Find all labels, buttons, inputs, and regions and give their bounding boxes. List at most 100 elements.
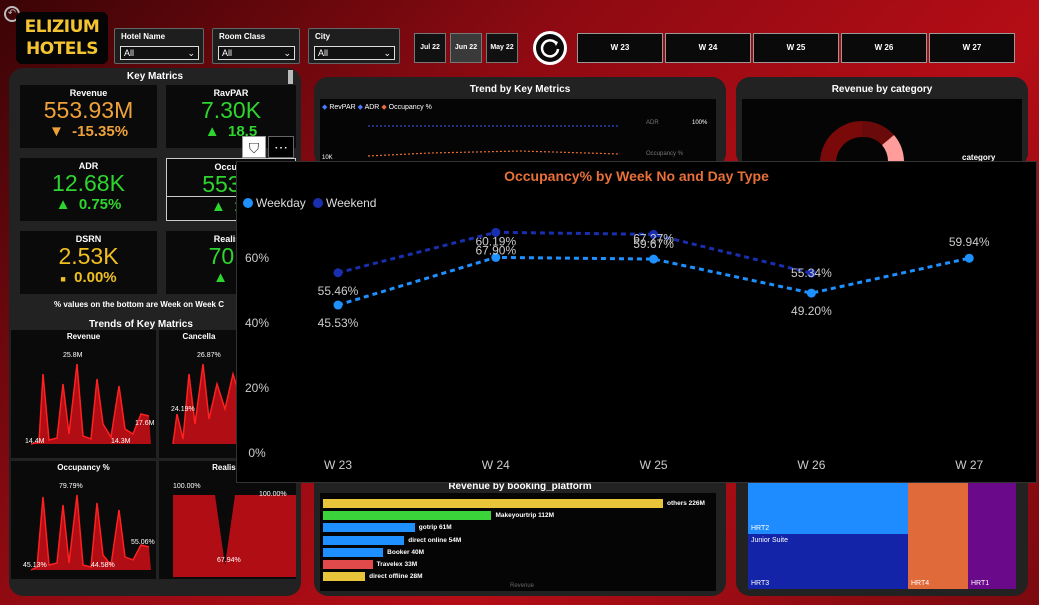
kpi-value: 12.68K	[52, 170, 125, 196]
week-button-w26[interactable]: W 26	[841, 33, 927, 63]
treemap-panel: HRT2 Junior Suite HRT3 HRT4 HRT1	[736, 470, 1028, 596]
more-options-icon[interactable]: ⋯	[268, 136, 294, 158]
axis-label: Occupancy %	[646, 151, 684, 157]
platform-bar[interactable]	[323, 523, 415, 533]
kpi-change: ▲ 0.75%	[55, 196, 122, 213]
trend-annotation: 26.87%	[197, 352, 221, 359]
trend-annotation: 25.8M	[63, 352, 83, 359]
tile-label: HRT4	[911, 580, 930, 587]
treemap-tile-hrt1[interactable]: HRT1	[968, 482, 1016, 589]
booking-platform-chart: others 226M Makeyourtrip 112M gotrip 61M di…	[320, 493, 716, 591]
axis-label: Revenue	[510, 583, 535, 589]
platform-bar[interactable]	[323, 511, 492, 521]
trend-annotation: 55.06%	[131, 539, 155, 546]
up-arrow-icon: ▲	[204, 123, 220, 140]
chevron-down-icon: ⌄	[187, 48, 195, 58]
month-button-may[interactable]: May 22	[486, 33, 518, 63]
occupancy-line-chart: 0%20%40%60%W 23 W 24 W 25 W 26 W 2745.53%60.…	[245, 227, 990, 472]
refresh-button[interactable]	[533, 31, 567, 65]
data-point	[649, 254, 659, 264]
trend-annotation: 100.00%	[259, 491, 287, 498]
filter-icon[interactable]: ⛉	[242, 136, 266, 158]
platform-bar[interactable]	[323, 499, 663, 508]
platform-bar[interactable]	[323, 572, 366, 582]
data-point	[491, 227, 501, 237]
y-tick-label: 0%	[248, 446, 266, 460]
trend-label: Occupancy %	[57, 463, 110, 472]
trends-title: Trends of Key Matrics	[89, 319, 193, 330]
platform-bar-label: gotrip 61M	[418, 524, 452, 532]
city-dropdown[interactable]: All ⌄	[314, 46, 395, 60]
panel-title: Trend by Key Metrics	[469, 84, 571, 95]
data-label: 67.90%	[475, 243, 516, 257]
data-label: 55.46%	[318, 284, 359, 298]
week-button-w25[interactable]: W 25	[753, 33, 839, 63]
panel-title: Revenue by category	[831, 84, 933, 95]
tile-label: Junior Suite	[751, 537, 788, 544]
occupancy-focus-chart[interactable]: Occupancy% by Week No and Day Type Weekd…	[236, 161, 1037, 483]
y-tick-label: 20%	[245, 381, 269, 395]
slicer-title: Hotel Name	[121, 32, 166, 41]
trend-annotation: 14.4M	[25, 438, 45, 445]
data-point	[964, 253, 974, 263]
room-class-slicer[interactable]: Room Class All ⌄	[212, 28, 300, 64]
up-arrow-icon: ▲	[55, 196, 71, 213]
trend-annotation: 79.79%	[59, 483, 83, 490]
revenue-by-category-panel: Revenue by category category	[736, 77, 1028, 167]
logo-line-1: ELIZIUM	[24, 17, 100, 37]
treemap-tile-hrt3[interactable]: Junior Suite HRT3	[748, 534, 908, 589]
scrollbar[interactable]	[288, 70, 293, 84]
hotel-name-dropdown[interactable]: All ⌄	[120, 46, 199, 60]
trend-by-key-metrics-panel: Trend by Key Metrics ◆ RevPAR ◆ ADR ◆ Oc…	[314, 77, 726, 167]
treemap-tile-hrt2[interactable]: HRT2	[748, 482, 908, 534]
platform-bar[interactable]	[323, 560, 373, 569]
platform-bar-label: direct offline 28M	[369, 573, 423, 581]
trend-cancellation-chart: Cancella 26.87% 24.19%	[159, 330, 239, 458]
room-class-dropdown[interactable]: All ⌄	[218, 46, 295, 60]
chevron-down-icon: ⌄	[283, 48, 291, 58]
trend-chart-area: ◆ RevPAR ◆ ADR ◆ Occupancy % ADR 100% Oc…	[320, 99, 716, 167]
category-donut	[820, 120, 905, 163]
city-slicer[interactable]: City All ⌄	[308, 28, 400, 64]
neutral-square-icon: ■	[60, 274, 66, 284]
down-arrow-icon: ▼	[48, 123, 64, 140]
platform-bar-label: Travelex 33M	[376, 561, 418, 568]
month-button-jul[interactable]: Jul 22	[414, 33, 446, 63]
cancellation-sparkline	[172, 363, 239, 445]
kpi-dsrn: DSRN 2.53K ■ 0.00%	[20, 231, 157, 294]
platform-bar[interactable]	[323, 547, 384, 557]
data-point	[806, 288, 816, 298]
x-tick-label: W 25	[640, 458, 668, 472]
y-tick-label: 40%	[245, 316, 269, 330]
slicer-title: Room Class	[219, 32, 266, 41]
key-metrics-title: Key Matrics	[126, 71, 184, 82]
kpi-change: ■ 0.00%	[60, 269, 117, 286]
x-tick-label: W 27	[955, 458, 983, 472]
tile-label: HRT2	[751, 525, 770, 532]
platform-bar-label: direct online 54M	[408, 536, 462, 544]
trend-revenue-chart: Revenue 25.8M 14.4M 14.3M 17.6M	[11, 330, 156, 458]
data-label: 45.53%	[318, 316, 359, 330]
series-line-weekday	[337, 255, 970, 307]
kpi-change: ▼ -15.35%	[48, 123, 129, 140]
trend-annotation: 67.94%	[217, 557, 241, 564]
trend-label: Cancella	[182, 332, 216, 341]
up-arrow-icon: ▲	[211, 198, 226, 215]
trend-annotation: 17.6M	[135, 420, 155, 427]
trend-annotation: 45.13%	[23, 562, 47, 569]
x-tick-label: W 23	[324, 458, 352, 472]
trend-annotation: 100.00%	[173, 483, 201, 490]
platform-bar[interactable]	[323, 535, 405, 545]
tile-label: HRT3	[751, 580, 770, 587]
week-button-w23[interactable]: W 23	[577, 33, 663, 63]
kpi-footnote: % values on the bottom are Week on Week …	[54, 300, 224, 309]
treemap-tile-hrt4[interactable]: HRT4	[908, 482, 968, 589]
brand-logo: ELIZIUM HOTELS	[16, 12, 108, 64]
platform-bar-label: others 226M	[667, 500, 705, 507]
week-button-w27[interactable]: W 27	[929, 33, 1015, 63]
tile-label: HRT1	[971, 580, 990, 587]
booking-platform-panel: Revenue by booking_platform others 226M M…	[314, 470, 726, 596]
week-button-w24[interactable]: W 24	[665, 33, 751, 63]
month-button-jun[interactable]: Jun 22	[450, 33, 482, 63]
hotel-name-slicer[interactable]: Hotel Name All ⌄	[114, 28, 204, 64]
